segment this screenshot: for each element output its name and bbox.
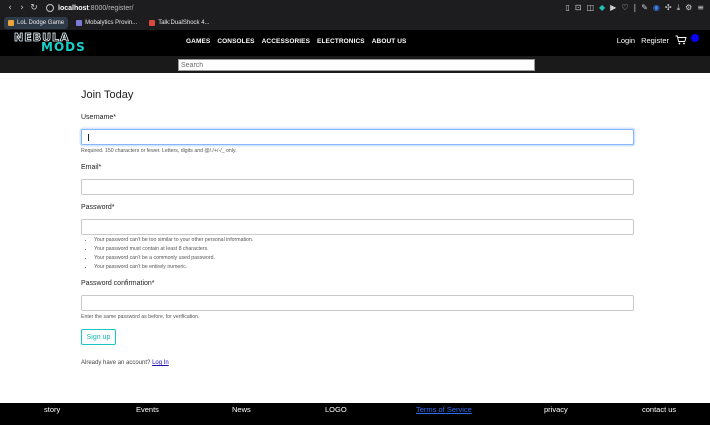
login-link[interactable]: Log In [152,360,169,366]
browser-chrome: ‹ › ↻ localhost:8000/register/ ▯ ⊡ ◫ ◆ ▶… [0,0,710,30]
address-row: ‹ › ↻ localhost:8000/register/ ▯ ⊡ ◫ ◆ ▶… [0,0,710,16]
list-item: Your password can’t be entirely numeric. [94,263,253,272]
confirm-help: Enter the same password as before, for v… [81,314,200,320]
nav-electronics[interactable]: ELECTRONICS [317,38,365,45]
nav-games[interactable]: GAMES [186,38,210,45]
heart-icon[interactable]: ♡ [621,3,628,13]
favicon-icon [8,20,14,26]
password-input[interactable] [81,219,634,235]
site-navbar: NEBULA MODS GAMES CONSOLES ACCESSORIES E… [0,30,710,56]
bookmarks-bar: LoL Dodge Game Mobalytics Provin... Talk… [0,16,710,30]
confirm-label: Password confirmation* [81,280,155,287]
list-item: Your password can’t be a commonly used p… [94,254,253,263]
url-path: :8000/register/ [88,4,134,12]
email-label: Email* [81,164,102,171]
bookmark-label: Talk:DualShock 4... [158,20,210,26]
bookmark-item[interactable]: Talk:DualShock 4... [145,17,213,29]
bookmark-label: LoL Dodge Game [17,20,65,26]
list-item: Your password can’t be too similar to yo… [94,236,253,245]
username-label: Username* [81,114,117,121]
menu-icon[interactable]: ≡ [697,3,704,13]
reload-icon[interactable]: ↻ [28,3,40,13]
footer-story[interactable]: story [44,405,60,414]
cart-badge [691,34,699,42]
main-nav: GAMES CONSOLES ACCESSORIES ELECTRONICS A… [186,38,406,45]
password-rules: Your password can’t be too similar to yo… [94,236,253,272]
footer-events[interactable]: Events [136,405,159,414]
site-footer: story Events News LOGO Terms of Service … [0,403,710,425]
already-text: Already have an account? [81,360,151,366]
footer-logo[interactable]: LOGO [325,405,347,414]
puzzle-icon[interactable]: ✣ [665,3,672,13]
page-title: Join Today [81,89,134,101]
login-link[interactable]: Login [617,36,635,45]
favicon-icon [149,20,156,26]
back-icon[interactable]: ‹ [4,3,16,13]
register-link[interactable]: Register [641,36,669,45]
text-caret [88,134,89,141]
email-input[interactable] [81,179,634,195]
video-icon[interactable]: ▶ [610,3,616,13]
qr-icon[interactable]: ▯ [565,3,569,13]
cart-icon[interactable] [675,35,687,45]
forward-icon[interactable]: › [16,3,28,13]
username-input[interactable] [81,129,634,145]
signup-button[interactable]: Sign up [81,329,116,345]
bookmark-icon[interactable]: ⊡ [575,3,582,13]
username-help: Required. 150 characters or fewer. Lette… [81,148,237,154]
nav-about-us[interactable]: ABOUT US [372,38,407,45]
url-host: localhost [58,4,89,12]
already-account: Already have an account? Log In [81,360,169,366]
download-icon[interactable]: ⤓ [677,3,681,13]
confirm-password-input[interactable] [81,295,634,311]
divider-icon: | [633,3,637,12]
nav-accessories[interactable]: ACCESSORIES [262,38,310,45]
toolbar-icons: ▯ ⊡ ◫ ◆ ▶ ♡ | ✎ ◉ ✣ ⤓ ⚙ ≡ [565,3,704,13]
nav-consoles[interactable]: CONSOLES [217,38,254,45]
favicon-icon [76,20,83,26]
extension-icon[interactable]: ◉ [653,3,660,13]
password-label: Password* [81,204,115,211]
list-item: Your password must contain at least 8 ch… [94,245,253,254]
site-logo[interactable]: NEBULA MODS [14,31,104,55]
bookmark-item[interactable]: Mobalytics Provin... [72,17,141,29]
pen-icon[interactable]: ✎ [641,3,648,13]
footer-privacy[interactable]: privacy [544,405,568,414]
search-input[interactable] [178,59,535,71]
footer-terms[interactable]: Terms of Service [416,405,472,414]
screenshot-icon[interactable]: ◫ [586,3,594,13]
footer-news[interactable]: News [232,405,251,414]
shield-icon[interactable]: ◆ [599,3,605,13]
footer-contact[interactable]: contact us [642,405,676,414]
gear-icon[interactable]: ⚙ [685,3,692,13]
address-bar[interactable]: localhost:8000/register/ [46,4,133,12]
bookmark-label: Mobalytics Provin... [85,20,138,26]
logo-bottom-text: MODS [41,40,86,54]
globe-icon [46,4,54,12]
search-bar [0,56,710,73]
account-links: Login Register [617,34,699,45]
bookmark-item[interactable]: LoL Dodge Game [4,17,69,29]
